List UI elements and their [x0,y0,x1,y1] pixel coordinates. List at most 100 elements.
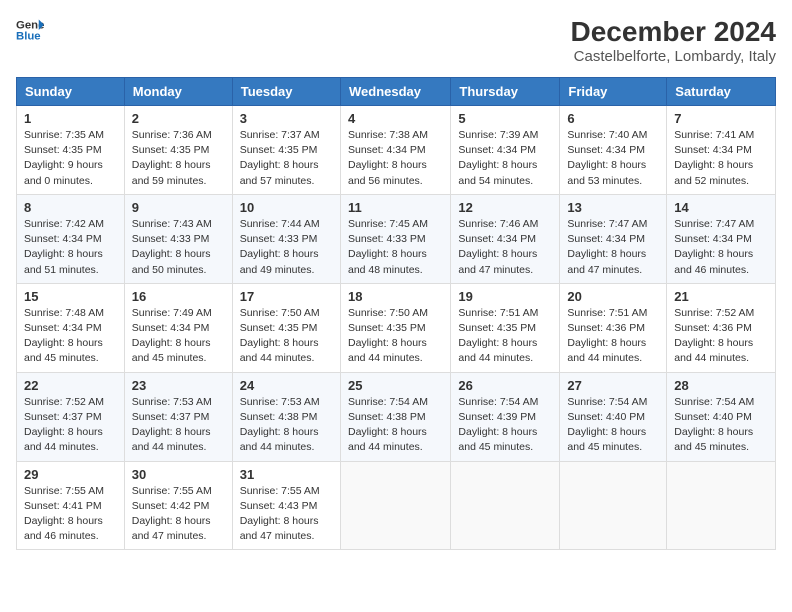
day-number: 2 [132,111,225,126]
cell-content: Sunrise: 7:55 AMSunset: 4:43 PMDaylight:… [240,484,333,545]
column-header-monday: Monday [124,78,232,106]
cell-content: Sunrise: 7:54 AMSunset: 4:40 PMDaylight:… [567,395,659,456]
calendar-week-1: 1 Sunrise: 7:35 AMSunset: 4:35 PMDayligh… [17,106,776,195]
day-number: 6 [567,111,659,126]
calendar-cell: 30 Sunrise: 7:55 AMSunset: 4:42 PMDaylig… [124,461,232,550]
calendar-cell: 27 Sunrise: 7:54 AMSunset: 4:40 PMDaylig… [560,372,667,461]
calendar-cell: 19 Sunrise: 7:51 AMSunset: 4:35 PMDaylig… [451,283,560,372]
calendar-week-2: 8 Sunrise: 7:42 AMSunset: 4:34 PMDayligh… [17,194,776,283]
day-number: 16 [132,289,225,304]
calendar-cell: 9 Sunrise: 7:43 AMSunset: 4:33 PMDayligh… [124,194,232,283]
calendar-cell: 8 Sunrise: 7:42 AMSunset: 4:34 PMDayligh… [17,194,125,283]
cell-content: Sunrise: 7:37 AMSunset: 4:35 PMDaylight:… [240,128,333,189]
calendar-table: SundayMondayTuesdayWednesdayThursdayFrid… [16,77,776,550]
calendar-cell [560,461,667,550]
calendar-cell: 28 Sunrise: 7:54 AMSunset: 4:40 PMDaylig… [667,372,776,461]
calendar-header-row: SundayMondayTuesdayWednesdayThursdayFrid… [17,78,776,106]
day-number: 9 [132,200,225,215]
calendar-cell: 22 Sunrise: 7:52 AMSunset: 4:37 PMDaylig… [17,372,125,461]
header: General Blue December 2024 Castelbelfort… [16,16,776,65]
column-header-friday: Friday [560,78,667,106]
cell-content: Sunrise: 7:53 AMSunset: 4:38 PMDaylight:… [240,395,333,456]
calendar-cell: 7 Sunrise: 7:41 AMSunset: 4:34 PMDayligh… [667,106,776,195]
cell-content: Sunrise: 7:54 AMSunset: 4:38 PMDaylight:… [348,395,443,456]
day-number: 3 [240,111,333,126]
calendar-cell: 18 Sunrise: 7:50 AMSunset: 4:35 PMDaylig… [340,283,450,372]
column-header-wednesday: Wednesday [340,78,450,106]
day-number: 10 [240,200,333,215]
calendar-cell: 23 Sunrise: 7:53 AMSunset: 4:37 PMDaylig… [124,372,232,461]
calendar-body: 1 Sunrise: 7:35 AMSunset: 4:35 PMDayligh… [17,106,776,550]
calendar-cell: 3 Sunrise: 7:37 AMSunset: 4:35 PMDayligh… [232,106,340,195]
calendar-week-4: 22 Sunrise: 7:52 AMSunset: 4:37 PMDaylig… [17,372,776,461]
day-number: 21 [674,289,768,304]
day-number: 19 [458,289,552,304]
day-number: 13 [567,200,659,215]
calendar-cell: 24 Sunrise: 7:53 AMSunset: 4:38 PMDaylig… [232,372,340,461]
calendar-cell: 29 Sunrise: 7:55 AMSunset: 4:41 PMDaylig… [17,461,125,550]
day-number: 28 [674,378,768,393]
day-number: 7 [674,111,768,126]
column-header-saturday: Saturday [667,78,776,106]
day-number: 26 [458,378,552,393]
day-number: 23 [132,378,225,393]
title-area: December 2024 Castelbelforte, Lombardy, … [571,16,776,65]
cell-content: Sunrise: 7:40 AMSunset: 4:34 PMDaylight:… [567,128,659,189]
calendar-cell: 21 Sunrise: 7:52 AMSunset: 4:36 PMDaylig… [667,283,776,372]
calendar-cell: 1 Sunrise: 7:35 AMSunset: 4:35 PMDayligh… [17,106,125,195]
cell-content: Sunrise: 7:54 AMSunset: 4:39 PMDaylight:… [458,395,552,456]
cell-content: Sunrise: 7:45 AMSunset: 4:33 PMDaylight:… [348,217,443,278]
calendar-cell: 14 Sunrise: 7:47 AMSunset: 4:34 PMDaylig… [667,194,776,283]
day-number: 11 [348,200,443,215]
cell-content: Sunrise: 7:38 AMSunset: 4:34 PMDaylight:… [348,128,443,189]
cell-content: Sunrise: 7:43 AMSunset: 4:33 PMDaylight:… [132,217,225,278]
calendar-cell [667,461,776,550]
calendar-cell: 20 Sunrise: 7:51 AMSunset: 4:36 PMDaylig… [560,283,667,372]
svg-text:Blue: Blue [16,31,41,43]
day-number: 30 [132,467,225,482]
day-number: 17 [240,289,333,304]
day-number: 24 [240,378,333,393]
calendar-cell [340,461,450,550]
cell-content: Sunrise: 7:51 AMSunset: 4:35 PMDaylight:… [458,306,552,367]
calendar-cell [451,461,560,550]
day-number: 25 [348,378,443,393]
day-number: 8 [24,200,117,215]
calendar-cell: 15 Sunrise: 7:48 AMSunset: 4:34 PMDaylig… [17,283,125,372]
calendar-cell: 4 Sunrise: 7:38 AMSunset: 4:34 PMDayligh… [340,106,450,195]
day-number: 4 [348,111,443,126]
calendar-week-3: 15 Sunrise: 7:48 AMSunset: 4:34 PMDaylig… [17,283,776,372]
logo-icon: General Blue [16,16,44,44]
day-number: 27 [567,378,659,393]
cell-content: Sunrise: 7:50 AMSunset: 4:35 PMDaylight:… [348,306,443,367]
cell-content: Sunrise: 7:51 AMSunset: 4:36 PMDaylight:… [567,306,659,367]
cell-content: Sunrise: 7:44 AMSunset: 4:33 PMDaylight:… [240,217,333,278]
column-header-sunday: Sunday [17,78,125,106]
cell-content: Sunrise: 7:35 AMSunset: 4:35 PMDaylight:… [24,128,117,189]
cell-content: Sunrise: 7:42 AMSunset: 4:34 PMDaylight:… [24,217,117,278]
calendar-week-5: 29 Sunrise: 7:55 AMSunset: 4:41 PMDaylig… [17,461,776,550]
cell-content: Sunrise: 7:36 AMSunset: 4:35 PMDaylight:… [132,128,225,189]
calendar-cell: 12 Sunrise: 7:46 AMSunset: 4:34 PMDaylig… [451,194,560,283]
cell-content: Sunrise: 7:54 AMSunset: 4:40 PMDaylight:… [674,395,768,456]
cell-content: Sunrise: 7:39 AMSunset: 4:34 PMDaylight:… [458,128,552,189]
calendar-cell: 6 Sunrise: 7:40 AMSunset: 4:34 PMDayligh… [560,106,667,195]
month-title: December 2024 [571,16,776,48]
cell-content: Sunrise: 7:55 AMSunset: 4:42 PMDaylight:… [132,484,225,545]
cell-content: Sunrise: 7:47 AMSunset: 4:34 PMDaylight:… [567,217,659,278]
day-number: 5 [458,111,552,126]
cell-content: Sunrise: 7:53 AMSunset: 4:37 PMDaylight:… [132,395,225,456]
calendar-cell: 26 Sunrise: 7:54 AMSunset: 4:39 PMDaylig… [451,372,560,461]
day-number: 15 [24,289,117,304]
calendar-cell: 31 Sunrise: 7:55 AMSunset: 4:43 PMDaylig… [232,461,340,550]
cell-content: Sunrise: 7:49 AMSunset: 4:34 PMDaylight:… [132,306,225,367]
day-number: 20 [567,289,659,304]
column-header-thursday: Thursday [451,78,560,106]
day-number: 18 [348,289,443,304]
calendar-cell: 5 Sunrise: 7:39 AMSunset: 4:34 PMDayligh… [451,106,560,195]
location-title: Castelbelforte, Lombardy, Italy [571,48,776,65]
day-number: 14 [674,200,768,215]
cell-content: Sunrise: 7:47 AMSunset: 4:34 PMDaylight:… [674,217,768,278]
calendar-cell: 13 Sunrise: 7:47 AMSunset: 4:34 PMDaylig… [560,194,667,283]
calendar-cell: 17 Sunrise: 7:50 AMSunset: 4:35 PMDaylig… [232,283,340,372]
